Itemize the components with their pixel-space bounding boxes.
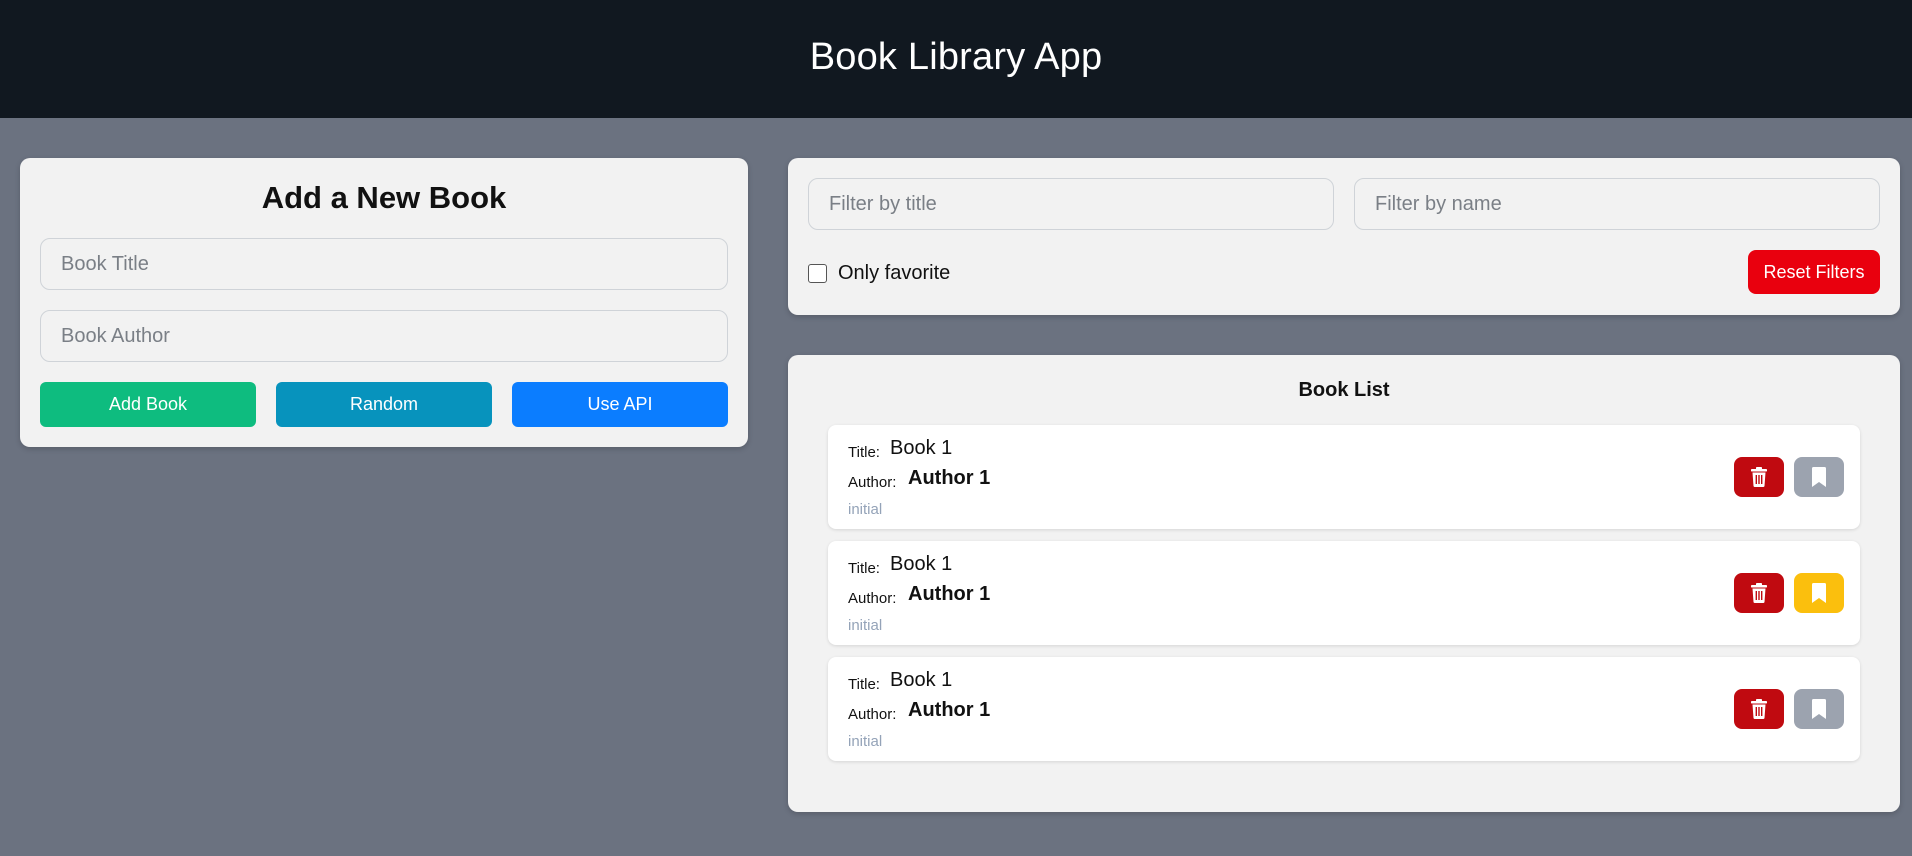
delete-book-button[interactable] [1734, 573, 1784, 613]
book-title: Book 1 [890, 437, 953, 459]
book-source: initial [848, 617, 883, 634]
book-source: initial [848, 501, 883, 518]
book-author-input[interactable] [40, 310, 728, 362]
trash-icon [1751, 699, 1767, 719]
favorite-toggle-button[interactable] [1794, 457, 1844, 497]
book-title-input[interactable] [40, 238, 728, 290]
only-favorite-toggle[interactable]: Only favorite [808, 262, 950, 285]
book-title: Book 1 [890, 553, 953, 575]
bookmark-icon [1812, 699, 1826, 719]
title-label: Title: [848, 676, 880, 693]
book-list-item: Title: Book 1 Author: Author 1 initial [828, 657, 1860, 761]
book-list-heading: Book List [1298, 379, 1390, 401]
filter-title-input[interactable] [808, 178, 1334, 230]
use-api-button[interactable]: Use API [512, 382, 728, 427]
reset-filters-button[interactable]: Reset Filters [1748, 250, 1880, 294]
author-label: Author: [848, 590, 897, 607]
filter-panel: Only favorite Reset Filters [788, 158, 1900, 315]
add-book-heading: Add a New Book [261, 180, 507, 215]
book-author: Author 1 [908, 699, 991, 721]
only-favorite-label: Only favorite [838, 262, 951, 284]
author-label: Author: [848, 706, 897, 723]
app-header: Book Library App [0, 0, 1912, 118]
favorite-toggle-button[interactable] [1794, 573, 1844, 613]
only-favorite-checkbox[interactable] [808, 264, 827, 283]
book-list-panel: Book List Title: Book 1 Author: Author 1… [788, 355, 1900, 812]
trash-icon [1751, 583, 1767, 603]
filter-name-input[interactable] [1354, 178, 1880, 230]
delete-book-button[interactable] [1734, 457, 1784, 497]
app-title: Book Library App [809, 35, 1103, 78]
trash-icon [1751, 467, 1767, 487]
book-list-item: Title: Book 1 Author: Author 1 initial [828, 425, 1860, 529]
add-book-button[interactable]: Add Book [40, 382, 256, 427]
delete-book-button[interactable] [1734, 689, 1784, 729]
add-book-panel: Add a New Book Add Book Random Use API [20, 158, 748, 447]
book-list-item: Title: Book 1 Author: Author 1 initial [828, 541, 1860, 645]
book-title: Book 1 [890, 669, 953, 691]
title-label: Title: [848, 560, 880, 577]
book-author: Author 1 [908, 467, 991, 489]
bookmark-icon [1812, 583, 1826, 603]
random-book-button[interactable]: Random [276, 382, 492, 427]
favorite-toggle-button[interactable] [1794, 689, 1844, 729]
title-label: Title: [848, 444, 880, 461]
bookmark-icon [1812, 467, 1826, 487]
book-source: initial [848, 733, 883, 750]
author-label: Author: [848, 474, 897, 491]
book-author: Author 1 [908, 583, 991, 605]
